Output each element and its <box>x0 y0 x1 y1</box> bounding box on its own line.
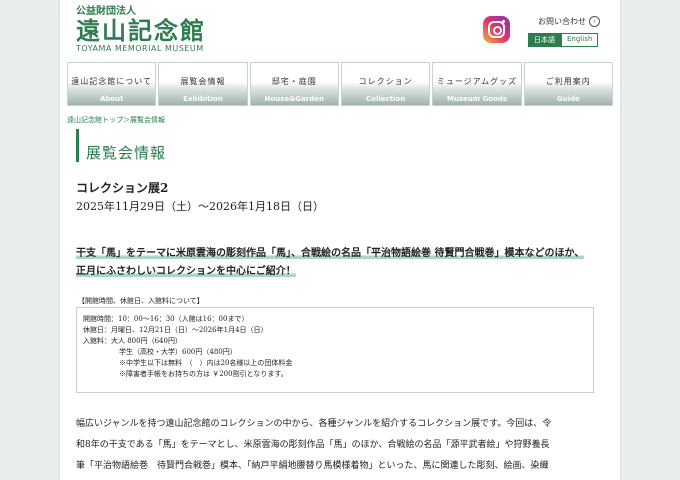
language-switcher: 日本語 English <box>528 33 599 47</box>
info-fee-note-2: ※障害者手帳をお持ちの方は ￥200割引となります。 <box>119 370 288 378</box>
exhibition-date: 2025年11月29日（土）～2026年1月18日（日） <box>76 200 324 213</box>
page-title: 展覧会情報 <box>86 144 167 162</box>
nav-label-jp: 邸宅・庭園 <box>271 77 317 86</box>
page-title-bar: 展覧会情報 <box>76 129 619 162</box>
nav-item-house-garden[interactable]: 邸宅・庭園 House&Garden <box>249 62 339 106</box>
nav-item-collection[interactable]: コレクション Collection <box>340 62 431 106</box>
nav-label-en: Collection <box>366 95 406 103</box>
lang-english-button[interactable]: English <box>561 33 599 47</box>
nav-item-about[interactable]: 遠山記念館について About <box>67 62 157 106</box>
contact-link[interactable]: お問い合わせ › <box>538 16 600 27</box>
description-line: 和8年の干支である「馬」をテーマとし、米原雲海の彫刻作品「馬」のほか、合戦絵の名… <box>76 440 550 450</box>
info-fee-note-1: ※中学生以下は無料 （ ）内は20名様以上の団体料金 <box>119 359 293 367</box>
exhibition-description: 幅広いジャンルを持つ遠山記念館のコレクションの中から、各種ジャンルを紹介するコレ… <box>76 414 616 477</box>
exhibition-lead: 干支「馬」をテーマに米原雲海の彫刻作品「馬」、合戦絵の名品「平治物語絵巻 待賢門… <box>76 245 616 281</box>
info-fee-student: 学生（高校・大学）600円（480円） <box>119 348 237 356</box>
breadcrumb[interactable]: 遠山記念館トップ＞展覧会情報 <box>67 115 165 125</box>
nav-label-jp: 展覧会情報 <box>180 77 226 86</box>
logo-title: 遠山記念館 <box>76 17 206 45</box>
contact-label: お問い合わせ <box>538 17 586 26</box>
nav-label-en: House&Garden <box>264 95 324 103</box>
nav-label-jp: ご利用案内 <box>545 77 591 86</box>
lang-japanese-button[interactable]: 日本語 <box>528 33 561 47</box>
logo-english: TOYAMA MEMORIAL MUSEUM <box>76 44 204 53</box>
nav-label-en: Exhibition <box>183 95 223 103</box>
nav-item-museum-goods[interactable]: ミュージアムグッズ Museum Goods <box>432 62 522 106</box>
arrow-right-icon: › <box>589 16 600 27</box>
nav-label-en: About <box>99 95 124 103</box>
nav-item-exhibition[interactable]: 展覧会情報 Exhibition <box>158 62 248 106</box>
info-fee-adult: 入館料：大人 800円（640円） <box>83 337 182 345</box>
page: 公益財団法人 遠山記念館 TOYAMA MEMORIAL MUSEUM お問い合… <box>60 0 620 480</box>
nav-label-jp: コレクション <box>358 77 413 86</box>
info-hours: 開館時間：10：00～16：30（入館は16：00まで） <box>83 315 249 323</box>
nav-label-jp: 遠山記念館について <box>71 77 153 86</box>
description-line: 筆「平治物語絵巻 待賢門合戦巻」模本、「納戸平絹地腰替り馬模様着物」といった、馬… <box>76 461 549 471</box>
nav-label-en: Museum Goods <box>446 95 508 103</box>
lead-line-2: 正月にふさわしいコレクションを中心にご紹介！ <box>76 266 296 277</box>
description-line: 幅広いジャンルを持つ遠山記念館のコレクションの中から、各種ジャンルを紹介するコレ… <box>76 419 552 429</box>
logo[interactable]: 公益財団法人 遠山記念館 TOYAMA MEMORIAL MUSEUM <box>76 6 206 54</box>
info-closed: 休館日：月曜日、12月21日（日）～2026年1月4日（日） <box>83 326 268 334</box>
info-box: 開館時間：10：00～16：30（入館は16：00まで） 休館日：月曜日、12月… <box>76 307 594 393</box>
lead-line-1: 干支「馬」をテーマに米原雲海の彫刻作品「馬」、合戦絵の名品「平治物語絵巻 待賢門… <box>76 248 585 259</box>
instagram-icon[interactable] <box>483 16 510 43</box>
nav-label-en: Guide <box>556 95 580 103</box>
nav-item-guide[interactable]: ご利用案内 Guide <box>523 62 613 106</box>
info-label: 【開館時間、休館日、入館料について】 <box>78 297 204 305</box>
exhibition-title: コレクション展2 <box>76 181 169 195</box>
nav-label-jp: ミュージアムグッズ <box>436 77 518 86</box>
main-nav: 遠山記念館について About 展覧会情報 Exhibition 邸宅・庭園 H… <box>67 62 613 106</box>
